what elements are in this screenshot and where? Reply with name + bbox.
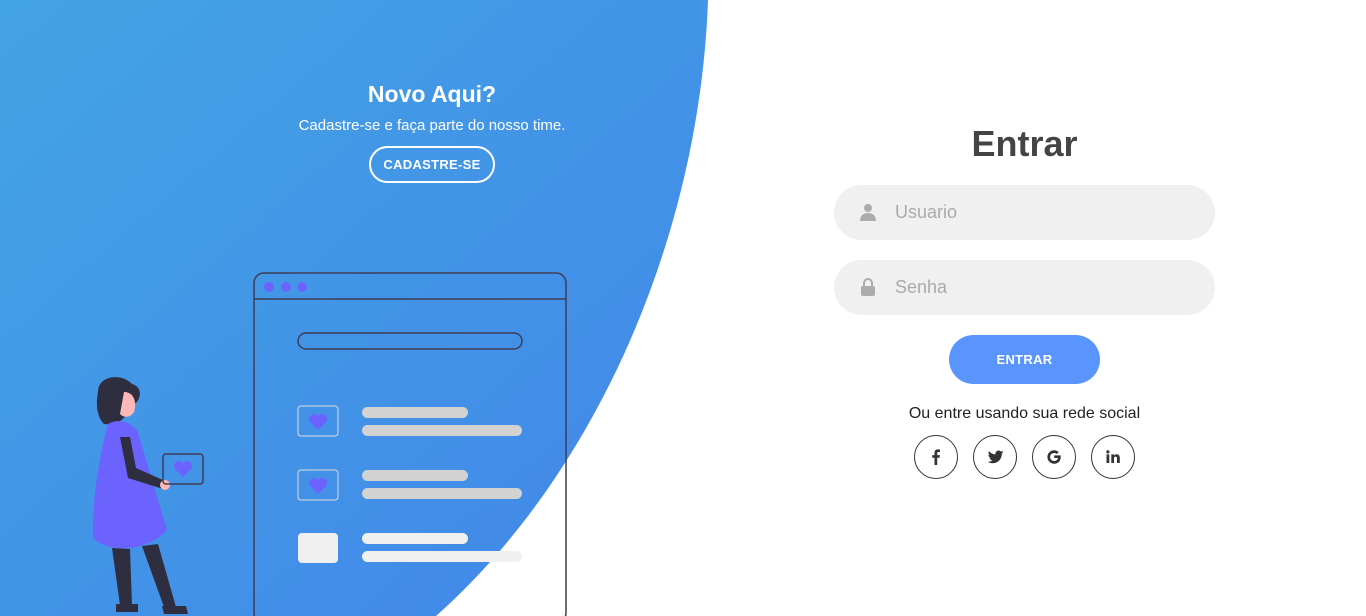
social-buttons (834, 435, 1215, 479)
twitter-button[interactable] (973, 435, 1017, 479)
twitter-icon (987, 450, 1004, 464)
browser-window-illustration (253, 272, 567, 616)
username-input[interactable] (895, 185, 1195, 240)
signup-subtitle: Cadastre-se e faça parte do nosso time. (298, 117, 566, 134)
facebook-icon (932, 449, 940, 465)
lock-icon (861, 278, 875, 296)
password-field (834, 260, 1215, 315)
signup-panel: Novo Aqui? Cadastre-se e faça parte do n… (230, 78, 634, 183)
google-button[interactable] (1032, 435, 1076, 479)
login-button[interactable]: ENTRAR (949, 335, 1100, 384)
linkedin-button[interactable] (1091, 435, 1135, 479)
username-field (834, 185, 1215, 240)
user-icon (860, 204, 876, 221)
login-form: Entrar ENTRAR Ou entre usando sua rede s… (834, 120, 1215, 479)
facebook-button[interactable] (914, 435, 958, 479)
password-input[interactable] (895, 260, 1195, 315)
login-title: Entrar (971, 123, 1078, 164)
signup-button[interactable]: CADASTRE-SE (369, 146, 495, 183)
signup-title: Novo Aqui? (367, 81, 497, 107)
woman-illustration (92, 377, 204, 614)
google-icon (1047, 450, 1061, 464)
social-login-text: Ou entre usando sua rede social (908, 405, 1141, 422)
linkedin-icon (1106, 450, 1120, 463)
